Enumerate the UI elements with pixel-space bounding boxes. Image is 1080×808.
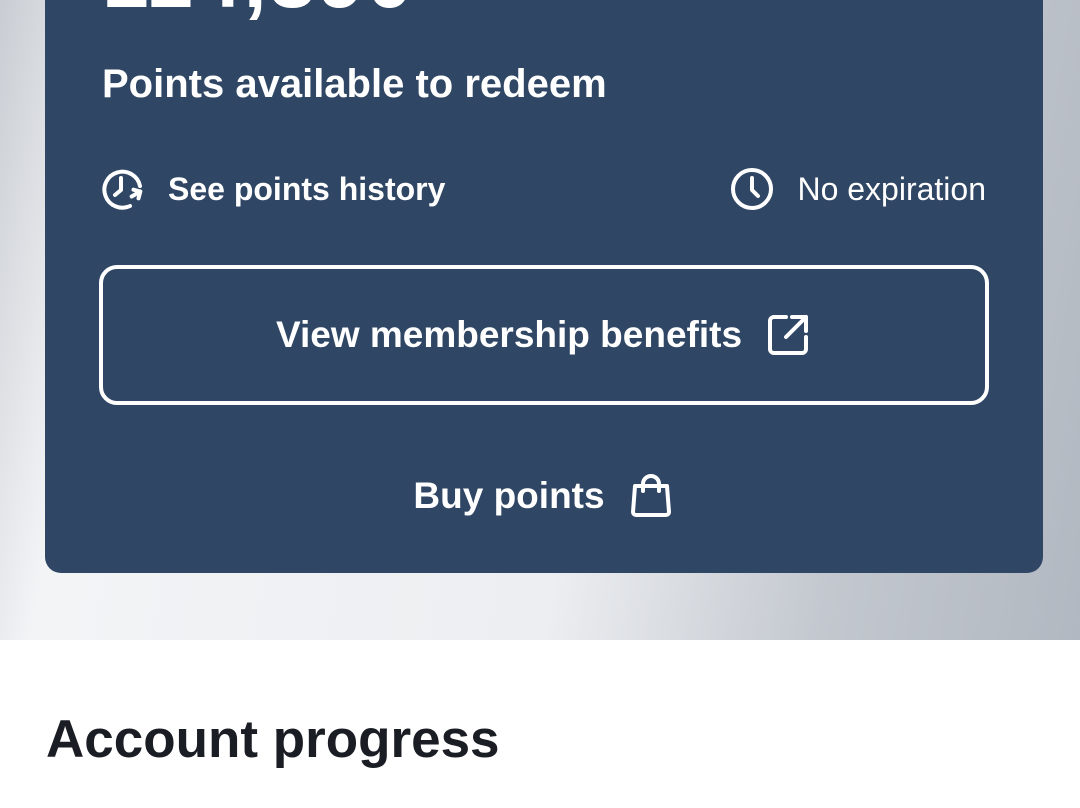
see-points-history-label: See points history <box>168 170 446 207</box>
external-link-icon <box>764 311 812 359</box>
points-balance: 114,890 <box>102 0 415 20</box>
buy-points-link[interactable]: Buy points <box>45 468 1043 524</box>
buy-points-label: Buy points <box>413 475 605 516</box>
view-membership-benefits-label: View membership benefits <box>275 314 743 355</box>
account-progress-section: Account progress <box>0 640 1080 808</box>
points-caption: Points available to redeem <box>102 62 607 106</box>
history-clock-icon <box>100 166 146 212</box>
account-progress-title: Account progress <box>46 710 500 769</box>
shopping-bag-icon <box>627 472 675 520</box>
see-points-history-link[interactable]: See points history <box>100 165 445 213</box>
points-card: 114,890 Points available to redeem See p… <box>45 0 1043 573</box>
clock-icon <box>729 166 775 212</box>
expiration-label: No expiration <box>797 170 986 207</box>
points-section: 114,890 Points available to redeem See p… <box>0 0 1080 640</box>
view-membership-benefits-button[interactable]: View membership benefits <box>99 265 989 405</box>
expiration-status: No expiration <box>729 165 986 213</box>
